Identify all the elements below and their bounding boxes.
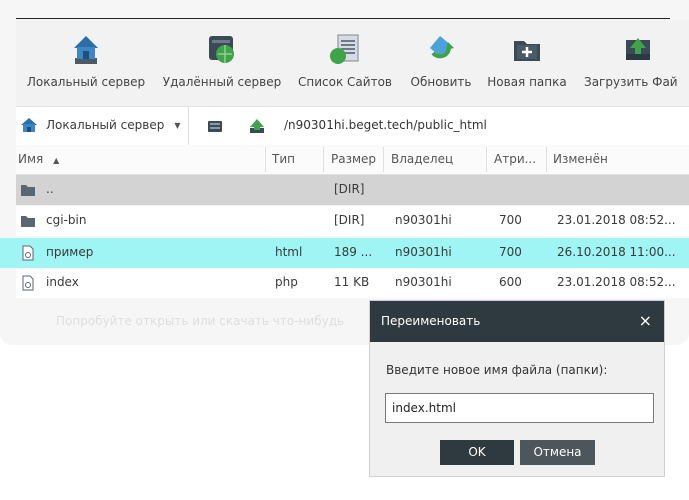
column-header-size[interactable]: Размер xyxy=(331,152,376,166)
ok-button[interactable]: OK xyxy=(440,440,514,465)
column-divider[interactable] xyxy=(265,147,266,172)
column-divider[interactable] xyxy=(486,147,487,172)
folder-icon xyxy=(21,216,35,227)
close-icon[interactable]: × xyxy=(639,311,652,330)
row-owner: n90301hi xyxy=(395,245,452,259)
up-directory-icon[interactable] xyxy=(248,117,266,135)
server-selector[interactable]: Локальный сервер ▼ xyxy=(20,117,180,133)
upload-file-label: Загрузить Фай xyxy=(584,75,678,89)
row-attributes: 700 xyxy=(499,245,522,259)
drive-icon[interactable] xyxy=(206,117,224,135)
table-row[interactable]: cgi-bin [DIR] n90301hi 700 23.01.2018 08… xyxy=(16,206,689,236)
server-selector-label: Локальный сервер xyxy=(46,118,165,132)
rename-dialog: Переименовать × Введите новое имя файла … xyxy=(369,300,665,477)
row-size: [DIR] xyxy=(334,182,365,196)
file-icon xyxy=(22,275,34,291)
dialog-header: Переименовать × xyxy=(370,301,664,342)
refresh-button[interactable]: Обновить xyxy=(406,32,476,102)
row-owner: n90301hi xyxy=(395,275,452,289)
column-divider[interactable] xyxy=(323,147,324,172)
upload-file-icon xyxy=(626,38,650,60)
column-header-modified[interactable]: Изменён xyxy=(553,152,608,166)
site-list-label: Список Сайтов xyxy=(298,75,392,89)
site-list-button[interactable]: Список Сайтов xyxy=(296,32,394,102)
column-header-attributes[interactable]: Атри... xyxy=(494,152,536,166)
local-server-label: Локальный сервер xyxy=(26,75,146,89)
top-divider xyxy=(16,18,670,19)
row-attributes: 600 xyxy=(499,275,522,289)
refresh-label: Обновить xyxy=(410,75,472,89)
dialog-prompt: Введите новое имя файла (папки): xyxy=(386,363,608,377)
column-header-name[interactable]: Имя ▲ xyxy=(18,152,59,166)
new-folder-icon xyxy=(514,41,540,61)
remote-server-label: Удалённый сервер xyxy=(162,75,282,89)
table-row[interactable]: .. [DIR] xyxy=(16,175,689,205)
pathbar-divider xyxy=(188,107,189,145)
table-header: Имя ▲ Тип Размер Владелец Атри... Изменё… xyxy=(16,145,689,175)
background-hint-text: Попробуйте открыть или скачать что-нибуд… xyxy=(56,314,345,328)
row-name: cgi-bin xyxy=(46,213,87,227)
row-name: пример xyxy=(46,245,94,259)
chevron-down-icon: ▼ xyxy=(174,120,181,130)
table-row[interactable]: index php 11 KB n90301hi 600 23.01.2018 … xyxy=(16,268,689,298)
row-attributes: 700 xyxy=(499,213,522,227)
row-name: index xyxy=(46,275,79,289)
file-manager-panel: Локальный сервер Удалённый сервер Список… xyxy=(0,0,689,345)
column-divider[interactable] xyxy=(546,147,547,172)
cancel-button[interactable]: Отмена xyxy=(520,440,595,465)
row-modified: 26.10.2018 11:00... xyxy=(557,245,676,259)
sort-ascending-icon: ▲ xyxy=(53,156,60,165)
table-row-selected[interactable]: пример html 189 ... n90301hi 700 26.10.2… xyxy=(0,238,689,268)
new-folder-label: Новая папка xyxy=(487,75,567,89)
row-type: php xyxy=(275,275,298,289)
refresh-icon xyxy=(430,36,454,59)
file-icon xyxy=(22,245,34,261)
row-size: [DIR] xyxy=(334,213,365,227)
current-path: /n90301hi.beget.tech/public_html xyxy=(284,118,487,132)
home-icon xyxy=(21,118,37,132)
row-name: .. xyxy=(46,182,54,196)
row-owner: n90301hi xyxy=(395,213,452,227)
local-server-button[interactable]: Локальный сервер xyxy=(26,32,146,102)
row-size: 189 ... xyxy=(334,245,373,259)
upload-file-button[interactable]: Загрузить Фай xyxy=(584,32,689,102)
home-server-icon xyxy=(74,36,98,64)
column-header-owner[interactable]: Владелец xyxy=(391,152,453,166)
folder-icon xyxy=(21,185,35,196)
dialog-title: Переименовать xyxy=(381,314,481,328)
toolbar: Локальный сервер Удалённый сервер Список… xyxy=(16,20,689,106)
remote-server-icon xyxy=(209,36,234,63)
row-size: 11 KB xyxy=(334,275,370,289)
new-folder-button[interactable]: Новая папка xyxy=(487,32,567,102)
site-list-icon xyxy=(330,34,359,64)
row-modified: 23.01.2018 08:52... xyxy=(557,275,676,289)
row-type: html xyxy=(275,245,303,259)
filename-input[interactable] xyxy=(385,393,654,423)
column-header-type[interactable]: Тип xyxy=(272,152,295,166)
column-divider[interactable] xyxy=(383,147,384,172)
path-bar: Локальный сервер ▼ /n90301hi.beget.tech/… xyxy=(16,106,689,146)
remote-server-button[interactable]: Удалённый сервер xyxy=(161,32,283,102)
row-modified: 23.01.2018 08:52... xyxy=(557,213,676,227)
